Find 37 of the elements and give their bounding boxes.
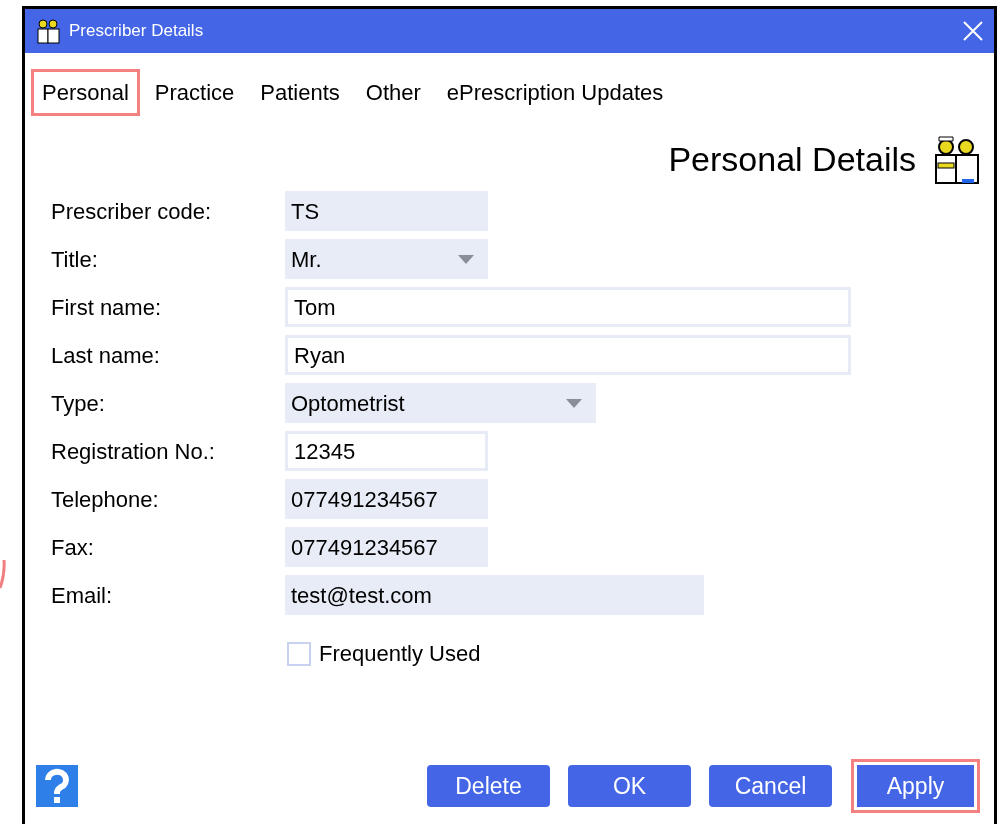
tab[interactable]: Patients xyxy=(249,69,351,116)
tab[interactable]: Practice xyxy=(143,69,246,116)
input-field[interactable]: 077491234567 xyxy=(285,479,488,519)
annotation-mark xyxy=(0,558,6,590)
dialog-button[interactable]: OK xyxy=(568,765,691,807)
tab[interactable]: Other xyxy=(354,69,432,116)
input-field[interactable]: TS xyxy=(285,191,488,231)
field-label: Registration No.: xyxy=(51,437,216,466)
doctors-icon xyxy=(35,18,61,44)
field-label: Prescriber code: xyxy=(51,197,213,226)
dropdown[interactable]: Mr. xyxy=(285,239,488,279)
tab[interactable]: Personal xyxy=(31,69,140,116)
input-field[interactable]: 12345 xyxy=(285,431,488,471)
dialog-button[interactable]: Cancel xyxy=(709,765,832,807)
field-label: Email: xyxy=(51,581,114,610)
checkbox-label: Frequently Used xyxy=(319,640,481,668)
field-label: Last name: xyxy=(51,341,161,370)
caret-icon xyxy=(566,398,582,408)
caret-icon xyxy=(458,254,474,264)
input-field[interactable]: Tom xyxy=(285,287,851,327)
field-label: Fax: xyxy=(51,533,95,562)
close-icon[interactable] xyxy=(962,20,984,42)
dialog-button[interactable]: Delete xyxy=(427,765,550,807)
tab[interactable]: ePrescription Updates xyxy=(435,69,675,116)
input-field[interactable]: test@test.com xyxy=(285,575,704,615)
field-label: First name: xyxy=(51,293,163,322)
input-field[interactable]: 077491234567 xyxy=(285,527,488,567)
checkbox[interactable] xyxy=(287,641,311,666)
help-icon[interactable] xyxy=(36,765,78,807)
input-field[interactable]: Ryan xyxy=(285,335,851,375)
field-label: Telephone: xyxy=(51,485,160,514)
window-title: Prescriber Details xyxy=(69,20,204,43)
dialog-button[interactable]: Apply xyxy=(857,765,974,807)
field-label: Title: xyxy=(51,245,99,274)
field-label: Type: xyxy=(51,389,106,418)
dropdown[interactable]: Optometrist xyxy=(285,383,596,423)
section-heading: Personal Details xyxy=(668,139,916,180)
